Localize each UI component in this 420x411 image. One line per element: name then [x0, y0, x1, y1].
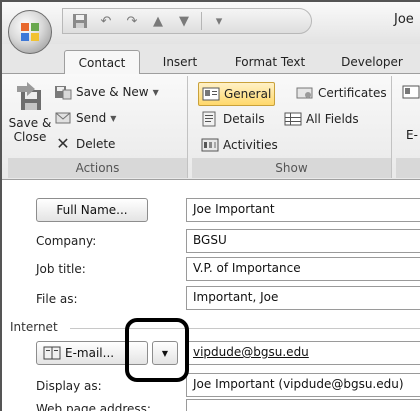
delete-icon: ✕	[56, 134, 70, 153]
dropdown-arrow-icon: ▼	[152, 87, 159, 97]
send-icon	[55, 112, 71, 124]
office-button[interactable]	[8, 10, 52, 54]
activities-label: Activities	[223, 138, 278, 152]
general-button[interactable]: General	[198, 82, 276, 106]
group-show-label: Show	[192, 158, 391, 178]
full-name-button[interactable]: Full Name...	[36, 198, 148, 222]
save-new-label: Save & New	[76, 85, 149, 99]
save-close-label: Save & Close	[8, 116, 52, 144]
web-page-label: Web page address:	[36, 402, 151, 411]
save-icon[interactable]	[71, 12, 89, 30]
send-button[interactable]: Send ▼	[54, 110, 116, 126]
display-as-label: Display as:	[36, 379, 102, 393]
save-new-icon	[55, 86, 72, 100]
save-new-button[interactable]: Save & New ▼	[54, 84, 159, 100]
partial-group-label: E-	[406, 128, 418, 142]
section-divider	[70, 328, 420, 329]
outlook-contact-window: ↶ ↷ ▲ ▼ ▾ Joe Contact Insert Format Text…	[0, 0, 420, 411]
certificates-label: Certificates	[318, 86, 387, 100]
certificates-button[interactable]: Certificates	[296, 85, 387, 101]
general-label: General	[224, 87, 272, 101]
details-button[interactable]: Details	[201, 111, 265, 127]
tab-developer[interactable]: Developer	[332, 50, 412, 74]
office-logo-icon	[21, 23, 39, 41]
full-name-field[interactable]: Joe Important	[186, 198, 420, 222]
group-actions: Save & Close Save & New ▼ Send ▼ ✕ Delet…	[8, 76, 188, 178]
contact-form: Full Name... Joe Important Company: BGSU…	[2, 181, 420, 411]
tab-insert[interactable]: Insert	[152, 50, 208, 74]
certificates-icon	[296, 87, 313, 99]
activities-icon	[201, 138, 219, 152]
email-type-dropdown[interactable]: ▼	[152, 341, 178, 365]
general-icon	[202, 87, 220, 101]
send-label: Send	[76, 111, 107, 125]
file-as-field[interactable]: Important, Joe	[186, 286, 420, 310]
group-partial: E-	[396, 76, 420, 178]
dropdown-arrow-icon: ▼	[110, 113, 117, 123]
web-page-field[interactable]	[186, 399, 420, 411]
undo-icon[interactable]: ↶	[97, 12, 115, 30]
redo-icon[interactable]: ↷	[123, 12, 141, 30]
tab-format-text[interactable]: Format Text	[224, 50, 316, 74]
qat-separator	[201, 12, 202, 30]
email-button[interactable]: E-mail...	[36, 341, 148, 365]
details-icon	[202, 111, 216, 127]
ribbon: Save & Close Save & New ▼ Send ▼ ✕ Delet…	[2, 74, 420, 180]
all-fields-button[interactable]: All Fields	[284, 111, 359, 127]
display-as-field[interactable]: Joe Important (vipdude@bgsu.edu)	[186, 373, 420, 397]
up-arrow-icon[interactable]: ▲	[149, 12, 167, 30]
save-close-icon	[17, 82, 41, 110]
group-show: General Certificates Details All Fields …	[192, 76, 392, 178]
delete-button[interactable]: ✕ Delete	[54, 136, 115, 152]
quick-access-toolbar: ↶ ↷ ▲ ▼ ▾	[62, 8, 312, 34]
company-label: Company:	[36, 234, 97, 248]
delete-label: Delete	[76, 137, 116, 151]
window-title: Joe	[394, 12, 414, 27]
address-book-icon	[43, 346, 61, 360]
all-fields-label: All Fields	[306, 112, 359, 126]
title-bar: ↶ ↷ ▲ ▼ ▾ Joe	[2, 2, 420, 54]
all-fields-icon	[284, 112, 302, 126]
file-as-label: File as:	[36, 292, 78, 306]
group-partial-footer	[396, 158, 420, 178]
down-arrow-icon[interactable]: ▼	[175, 12, 193, 30]
email-button-label: E-mail...	[65, 346, 115, 360]
internet-section-label: Internet	[10, 320, 58, 334]
job-title-label: Job title:	[36, 262, 86, 276]
qat-customize-icon[interactable]: ▾	[210, 12, 228, 30]
job-title-field[interactable]: V.P. of Importance	[186, 257, 420, 281]
group-actions-label: Actions	[8, 158, 187, 178]
ribbon-tabs: Contact Insert Format Text Developer	[2, 44, 420, 75]
company-field[interactable]: BGSU	[186, 229, 420, 253]
save-close-button[interactable]: Save & Close	[8, 82, 52, 154]
email-field[interactable]: vipdude@bgsu.edu	[186, 341, 420, 365]
contact-card-icon	[402, 85, 420, 99]
details-label: Details	[223, 112, 265, 126]
tab-contact[interactable]: Contact	[64, 50, 140, 75]
dropdown-arrow-icon: ▼	[161, 348, 169, 358]
activities-button[interactable]: Activities	[201, 137, 278, 153]
